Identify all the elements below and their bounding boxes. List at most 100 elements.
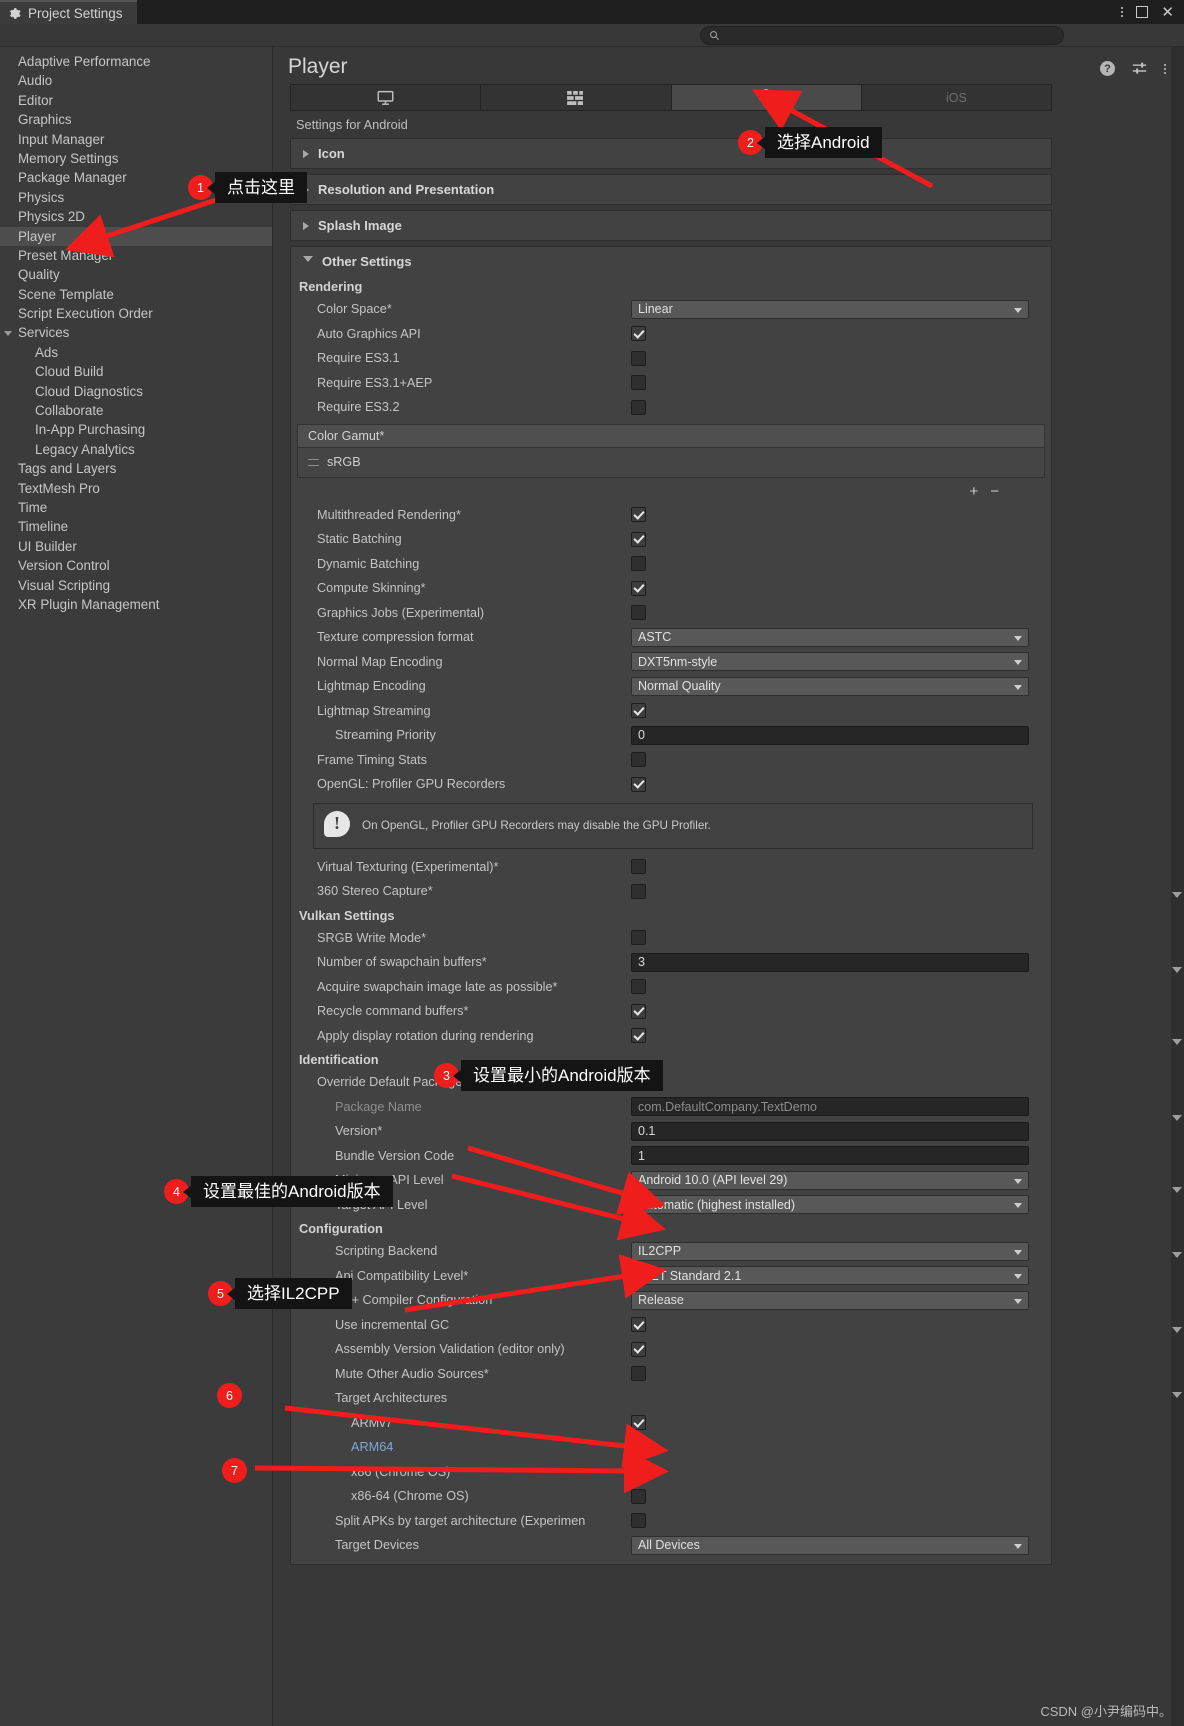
scroll-arrow-icon[interactable] — [1172, 1039, 1182, 1045]
platform-tab-android[interactable] — [671, 85, 862, 110]
sidebar-item-in-app-purchasing[interactable]: In-App Purchasing — [0, 420, 272, 439]
static-batching-checkbox[interactable] — [631, 531, 646, 547]
minimum-api-level-dropdown[interactable]: Android 10.0 (API level 29) — [631, 1170, 1029, 1190]
platform-tabs[interactable]: iOS — [290, 84, 1052, 111]
sidebar-item-tags-and-layers[interactable]: Tags and Layers — [0, 459, 272, 478]
foldout-icon[interactable]: Icon — [290, 138, 1052, 169]
drag-handle-icon[interactable] — [308, 458, 319, 466]
sidebar-item-preset-manager[interactable]: Preset Manager — [0, 246, 272, 265]
sidebar-item-graphics[interactable]: Graphics — [0, 110, 272, 129]
recycle-command-buffers-checkbox[interactable] — [631, 1003, 646, 1019]
x86-chrome-os-checkbox[interactable] — [631, 1464, 646, 1480]
require-es3-2-checkbox[interactable] — [631, 399, 646, 415]
search-box[interactable] — [700, 26, 1064, 45]
require-es3-1-aep-checkbox[interactable] — [631, 375, 646, 391]
sidebar-item-timeline[interactable]: Timeline — [0, 517, 272, 536]
frame-timing-stats-checkbox[interactable] — [631, 752, 646, 768]
preferences-sliders-icon[interactable] — [1131, 61, 1148, 76]
sidebar-item-textmesh-pro[interactable]: TextMesh Pro — [0, 479, 272, 498]
sidebar-item-ads[interactable]: Ads — [0, 343, 272, 362]
virtual-texturing-experimental-checkbox[interactable] — [631, 859, 646, 875]
sidebar-item-version-control[interactable]: Version Control — [0, 556, 272, 575]
graphics-jobs-experimental-checkbox[interactable] — [631, 605, 646, 621]
remove-color-gamut-button[interactable]: − — [990, 484, 999, 499]
search-input[interactable] — [725, 29, 1045, 42]
chevron-down-icon[interactable] — [4, 331, 12, 339]
help-icon[interactable]: ? — [1100, 61, 1115, 76]
scroll-arrow-icon[interactable] — [1172, 967, 1182, 973]
color-gamut-entry[interactable]: sRGB — [297, 447, 1045, 478]
foldout-resolution-and-presentation[interactable]: Resolution and Presentation — [290, 174, 1052, 205]
streaming-priority-textfield[interactable]: 0 — [631, 725, 1029, 745]
close-icon[interactable]: ✕ — [1161, 5, 1174, 20]
scroll-arrow-icon[interactable] — [1172, 1252, 1182, 1258]
outer-scrollbar[interactable] — [1171, 47, 1184, 1726]
sidebar-item-collaborate[interactable]: Collaborate — [0, 401, 272, 420]
scroll-arrow-icon[interactable] — [1172, 1392, 1182, 1398]
split-apks-by-target-architecture-experimen-checkbox[interactable] — [631, 1513, 646, 1529]
sidebar-item-player[interactable]: Player — [0, 226, 272, 246]
sidebar-item-audio[interactable]: Audio — [0, 71, 272, 90]
arm64-checkbox[interactable] — [631, 1439, 646, 1455]
sidebar-item-services[interactable]: Services — [0, 323, 272, 342]
c-compiler-configuration-dropdown[interactable]: Release — [631, 1290, 1029, 1310]
multithreaded-rendering-checkbox[interactable] — [631, 507, 646, 523]
number-of-swapchain-buffers-textfield[interactable]: 3 — [631, 952, 1029, 972]
bundle-version-code-textfield[interactable]: 1 — [631, 1146, 1029, 1166]
sidebar-item-visual-scripting[interactable]: Visual Scripting — [0, 576, 272, 595]
platform-tab-monitor[interactable] — [291, 85, 482, 110]
srgb-write-mode-checkbox[interactable] — [631, 930, 646, 946]
sidebar-item-cloud-build[interactable]: Cloud Build — [0, 362, 272, 381]
mute-other-audio-sources-checkbox[interactable] — [631, 1366, 646, 1382]
dynamic-batching-checkbox[interactable] — [631, 556, 646, 572]
version-textfield[interactable]: 0.1 — [631, 1121, 1029, 1141]
require-es3-1-checkbox[interactable] — [631, 350, 646, 366]
sidebar-item-adaptive-performance[interactable]: Adaptive Performance — [0, 52, 272, 71]
apply-display-rotation-during-rendering-checkbox[interactable] — [631, 1028, 646, 1044]
compute-skinning-checkbox[interactable] — [631, 580, 646, 596]
assembly-version-validation-editor-only-checkbox[interactable] — [631, 1341, 646, 1357]
sidebar-item-xr-plugin-management[interactable]: XR Plugin Management — [0, 595, 272, 614]
sidebar-item-physics-2d[interactable]: Physics 2D — [0, 207, 272, 226]
collapsed-sections[interactable]: Icon Resolution and Presentation Splash Im… — [290, 138, 1052, 241]
scroll-arrow-icon[interactable] — [1172, 1187, 1182, 1193]
use-incremental-gc-checkbox[interactable] — [631, 1317, 646, 1333]
x86-64-chrome-os-checkbox[interactable] — [631, 1488, 646, 1504]
opengl-profiler-gpu-recorders-checkbox[interactable] — [631, 776, 646, 792]
normal-map-encoding-dropdown[interactable]: DXT5nm-style — [631, 652, 1029, 672]
sidebar-item-input-manager[interactable]: Input Manager — [0, 130, 272, 149]
texture-compression-format-dropdown[interactable]: ASTC — [631, 627, 1029, 647]
kebab-menu-icon[interactable] — [1121, 7, 1124, 17]
add-color-gamut-button[interactable]: + — [969, 484, 978, 499]
sidebar-item-legacy-analytics[interactable]: Legacy Analytics — [0, 440, 272, 459]
sidebar-item-time[interactable]: Time — [0, 498, 272, 517]
api-compatibility-level-dropdown[interactable]: .NET Standard 2.1 — [631, 1266, 1029, 1286]
sidebar-item-quality[interactable]: Quality — [0, 265, 272, 284]
acquire-swapchain-image-late-as-possible-checkbox[interactable] — [631, 979, 646, 995]
sidebar-item-script-execution-order[interactable]: Script Execution Order — [0, 304, 272, 323]
scroll-arrow-icon[interactable] — [1172, 1327, 1182, 1333]
sidebar-item-memory-settings[interactable]: Memory Settings — [0, 149, 272, 168]
sidebar-item-scene-template[interactable]: Scene Template — [0, 285, 272, 304]
scroll-arrow-icon[interactable] — [1172, 892, 1182, 898]
sidebar-item-ui-builder[interactable]: UI Builder — [0, 537, 272, 556]
maximize-icon[interactable] — [1136, 6, 1149, 18]
foldout-splash-image[interactable]: Splash Image — [290, 210, 1052, 241]
package-name-textfield[interactable]: com.DefaultCompany.TextDemo — [631, 1097, 1029, 1117]
lightmap-encoding-dropdown[interactable]: Normal Quality — [631, 676, 1029, 696]
platform-tab-webgl[interactable] — [481, 85, 672, 110]
pane-kebab-menu-icon[interactable] — [1164, 63, 1166, 74]
lightmap-streaming-checkbox[interactable] — [631, 703, 646, 719]
armv7-checkbox[interactable] — [631, 1415, 646, 1431]
color-space-dropdown[interactable]: Linear — [631, 299, 1029, 319]
sidebar-item-editor[interactable]: Editor — [0, 91, 272, 110]
tab-project-settings[interactable]: Project Settings — [0, 0, 137, 24]
scripting-backend-dropdown[interactable]: IL2CPP — [631, 1241, 1029, 1261]
platform-tab-ios[interactable]: iOS — [861, 85, 1051, 110]
sidebar-item-cloud-diagnostics[interactable]: Cloud Diagnostics — [0, 382, 272, 401]
auto-graphics-api-checkbox[interactable] — [631, 326, 646, 342]
other-settings-header[interactable]: Other Settings — [291, 247, 1051, 275]
360-stereo-capture-checkbox[interactable] — [631, 883, 646, 899]
target-api-level-dropdown[interactable]: Automatic (highest installed) — [631, 1195, 1029, 1215]
target-devices-dropdown[interactable]: All Devices — [631, 1535, 1029, 1555]
